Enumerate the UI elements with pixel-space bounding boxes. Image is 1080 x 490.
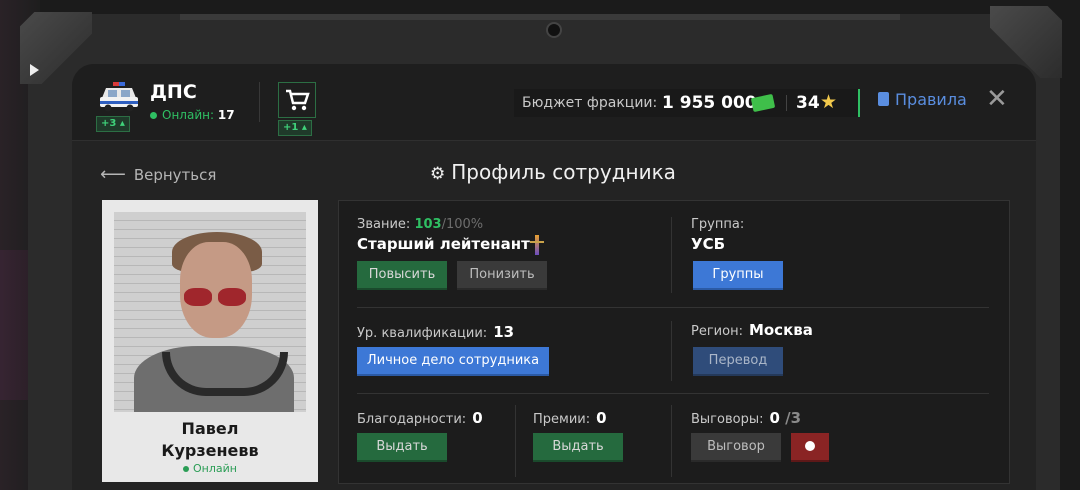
region-label: Регион: Москва <box>691 321 813 339</box>
thanks-label: Благодарности: 0 <box>357 409 483 427</box>
thanks-value: 0 <box>472 409 483 427</box>
qualification-value: 13 <box>493 323 515 341</box>
faction-name: ДПС <box>150 81 197 103</box>
camera-icon <box>546 22 562 38</box>
employee-online-status: Онлайн <box>102 462 318 475</box>
budget-value: 1 955 000 <box>662 93 757 113</box>
back-button[interactable]: ⟵ Вернуться <box>100 164 216 185</box>
online-dot-icon <box>183 466 190 472</box>
stars-value: 34 <box>796 93 820 113</box>
cart-badge: +1 ▴ <box>278 120 312 136</box>
police-car-icon <box>100 82 138 112</box>
give-bonus-button[interactable]: Выдать <box>533 433 623 462</box>
faction-budget-panel: Бюджет фракции: 1 955 000 34 ★ <box>514 89 860 117</box>
employee-name: Павел Курзеневв <box>161 419 259 460</box>
employee-photo-card: Павел Курзеневв Онлайн <box>102 200 318 482</box>
reprimands-label: Выговоры: 0 /3 <box>691 409 802 427</box>
demote-button[interactable]: Понизить <box>457 261 547 290</box>
qualification-label: Ур. квалификации: 13 <box>357 323 515 341</box>
group-value: УСБ <box>691 235 726 253</box>
online-count: 17 <box>217 108 235 122</box>
employee-mugshot <box>114 212 306 412</box>
rank-title: Старший лейтенант <box>357 235 530 253</box>
shop-button[interactable] <box>278 82 316 118</box>
remove-user-icon <box>805 441 815 451</box>
online-dot-icon <box>150 112 157 119</box>
rules-link[interactable]: Правила <box>878 90 967 109</box>
arrow-left-icon: ⟵ <box>100 164 126 185</box>
promote-button[interactable]: Повысить <box>357 261 447 290</box>
groups-button[interactable]: Группы <box>693 261 783 290</box>
budget-label: Бюджет фракции: <box>522 95 658 111</box>
give-thanks-button[interactable]: Выдать <box>357 433 447 462</box>
budget-divider <box>786 95 787 111</box>
reprimand-button[interactable]: Выговор <box>691 433 781 462</box>
close-icon[interactable]: ✕ <box>986 86 1008 112</box>
gear-icon: ⚙ <box>430 164 446 184</box>
personal-file-button[interactable]: Личное дело сотрудника <box>357 347 549 376</box>
faction-online-status: Онлайн: 17 <box>150 108 235 122</box>
rank-label: Звание: 103/100% <box>357 217 484 232</box>
mouse-cursor-icon <box>30 64 39 76</box>
reprimands-value: 0 /3 <box>769 409 802 427</box>
region-value: Москва <box>748 321 813 339</box>
app-header: +3 ▴ ДПС Онлайн: 17 +1 ▴ Бюджет фракции:… <box>72 64 1036 141</box>
money-icon <box>750 93 776 113</box>
transfer-button[interactable]: Перевод <box>693 347 783 376</box>
page-title: ⚙ Профиль сотрудника <box>430 160 676 184</box>
employee-info-panel: Звание: 103/100% Старший лейтенант Повыс… <box>338 200 1010 484</box>
cart-icon <box>286 89 310 111</box>
bonuses-value: 0 <box>596 409 607 427</box>
faction-badge: +3 ▴ <box>96 116 130 132</box>
clipboard-icon <box>878 92 889 106</box>
remove-user-button[interactable] <box>791 433 829 462</box>
sunglasses-graphic <box>184 288 212 306</box>
star-icon: ★ <box>820 91 838 113</box>
tablet-screen: +3 ▴ ДПС Онлайн: 17 +1 ▴ Бюджет фракции:… <box>72 64 1036 490</box>
rank-insignia-icon <box>530 235 544 255</box>
group-label: Группа: <box>691 217 745 232</box>
bonuses-label: Премии: 0 <box>533 409 607 427</box>
header-divider <box>259 82 260 122</box>
rank-progress: 103 <box>414 217 442 232</box>
tablet-bezel <box>180 14 900 20</box>
